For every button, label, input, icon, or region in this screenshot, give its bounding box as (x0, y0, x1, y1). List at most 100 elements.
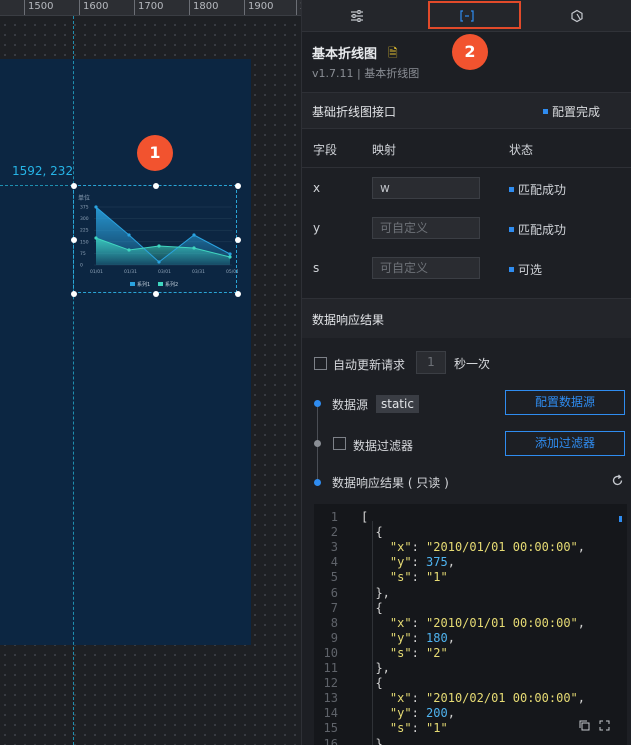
copy-icon[interactable] (579, 720, 590, 731)
mini-ytick: 75 (80, 251, 86, 257)
line-number: 16 (323, 736, 338, 745)
resize-handle-e[interactable] (235, 237, 241, 243)
resize-handle-s[interactable] (153, 291, 159, 297)
horizontal-ruler[interactable]: 1500 1600 1700 1800 1900 2 (0, 0, 301, 16)
code-line: "s": "1" (389, 721, 448, 736)
auto-update-label: 自动更新请求 (333, 358, 406, 372)
data-source-tag: static (376, 395, 419, 413)
mini-xtick: 03/31 (192, 269, 205, 275)
add-filter-button[interactable]: 添加过滤器 (505, 431, 625, 456)
editor-canvas[interactable]: 1500 1600 1700 1800 1900 2 1592, 232 1 (0, 0, 301, 745)
timeline-dot-source (314, 400, 321, 407)
mini-line-chart: 单位 375 300 225 150 75 0 01/01 01/31 03/01 03/31 0… (78, 194, 238, 288)
line-number: 14 (323, 706, 338, 721)
mini-ytick: 0 (80, 263, 83, 269)
series2-point (228, 255, 232, 259)
horizontal-guide-line (0, 185, 73, 186)
code-line: { (361, 525, 383, 540)
interval-input[interactable]: 1 (416, 351, 446, 374)
series1-point (157, 260, 161, 264)
mapping-input-x[interactable]: w (372, 177, 480, 199)
line-number: 11 (323, 661, 338, 675)
status-y: 匹配成功 (509, 221, 566, 238)
column-header-status: 状态 (509, 143, 534, 157)
mapping-input-s[interactable]: 可自定义 (372, 257, 480, 279)
ruler-tick: 1700 (134, 0, 163, 15)
code-line: "y": 200, (389, 706, 455, 721)
document-icon[interactable]: 🗎 (388, 44, 398, 65)
code-line: }, (361, 585, 390, 600)
status-x: 匹配成功 (509, 181, 566, 198)
mini-ytick: 225 (80, 228, 89, 234)
refresh-icon[interactable] (611, 474, 624, 487)
ruler-tick: 2 (296, 0, 301, 15)
mini-xtick: 01/01 (90, 269, 103, 275)
interface-title: 基础折线图接口 (312, 105, 397, 119)
field-name-s: s (313, 261, 320, 275)
series2-point (94, 236, 98, 240)
line-number: 6 (330, 585, 338, 600)
status-s: 可选 (509, 261, 542, 278)
series1-point (228, 252, 232, 256)
step-badge-2: 2 (452, 34, 488, 70)
vertical-guide-line (73, 16, 74, 745)
resize-handle-ne[interactable] (235, 183, 241, 189)
line-number: 2 (330, 525, 338, 540)
interval-unit: 秒一次 (454, 357, 491, 371)
config-data-source-button[interactable]: 配置数据源 (505, 390, 625, 415)
mini-xtick: 05/01 (226, 269, 238, 275)
code-line: { (361, 600, 383, 615)
resize-handle-nw[interactable] (71, 183, 77, 189)
response-code-viewer[interactable]: 1 [2 {3 "x": "2010/01/01 00:00:00", 4 "y":… (314, 504, 627, 745)
filter-checkbox[interactable] (333, 437, 346, 450)
mini-chart-ylabel: 单位 (78, 194, 90, 202)
code-line: "y": 180, (389, 630, 455, 645)
mini-xtick: 01/31 (124, 269, 137, 275)
ruler-tick: 1600 (79, 0, 108, 15)
code-line: [ (361, 510, 369, 524)
mini-xtick: 03/01 (158, 269, 171, 275)
fullscreen-icon[interactable] (599, 720, 610, 731)
mini-ytick: 375 (80, 205, 89, 211)
line-number: 7 (330, 600, 338, 615)
screen-board[interactable] (0, 59, 251, 645)
tab-settings[interactable] (302, 0, 412, 32)
scroll-indicator[interactable] (619, 516, 622, 522)
line-number: 5 (330, 570, 338, 585)
timeline-dot-filter (314, 440, 321, 447)
selected-chart-widget[interactable]: 单位 375 300 225 150 75 0 01/01 01/31 03/01 03/31 0… (71, 183, 241, 297)
code-line: "x": "2010/01/01 00:00:00", (389, 540, 585, 555)
auto-update-checkbox[interactable] (314, 357, 327, 370)
interaction-icon (571, 9, 583, 23)
series1-point (94, 205, 98, 209)
position-readout: 1592, 232 (12, 164, 74, 178)
mapping-input-y[interactable]: 可自定义 (372, 217, 480, 239)
divider (302, 167, 631, 168)
line-number: 8 (330, 615, 338, 630)
legend-label-1: 系列1 (137, 281, 150, 288)
interface-header: 基础折线图接口 配置完成 (302, 92, 631, 128)
status-dot (543, 109, 548, 114)
code-line: { (361, 676, 383, 691)
ruler-tick: 1800 (189, 0, 218, 15)
timeline-dot-result (314, 479, 321, 486)
resize-handle-se[interactable] (235, 291, 241, 297)
response-title: 数据响应结果 (312, 313, 385, 327)
line-number: 1 (330, 510, 338, 524)
series2-point (157, 244, 161, 248)
tab-interaction[interactable] (522, 0, 631, 32)
field-name-y: y (313, 221, 321, 235)
interface-status: 配置完成 (543, 103, 600, 120)
line-number: 12 (323, 676, 338, 691)
divider (302, 128, 631, 129)
legend-swatch-1 (130, 282, 135, 286)
line-number: 9 (330, 630, 338, 645)
resize-handle-w[interactable] (71, 237, 77, 243)
resize-handle-n[interactable] (153, 183, 159, 189)
resize-handle-sw[interactable] (71, 291, 77, 297)
line-number: 15 (323, 721, 338, 736)
code-line: }, (361, 736, 390, 745)
tab-highlight-box (428, 1, 521, 29)
ruler-tick: 1500 (24, 0, 53, 15)
mini-ytick: 150 (80, 239, 89, 245)
